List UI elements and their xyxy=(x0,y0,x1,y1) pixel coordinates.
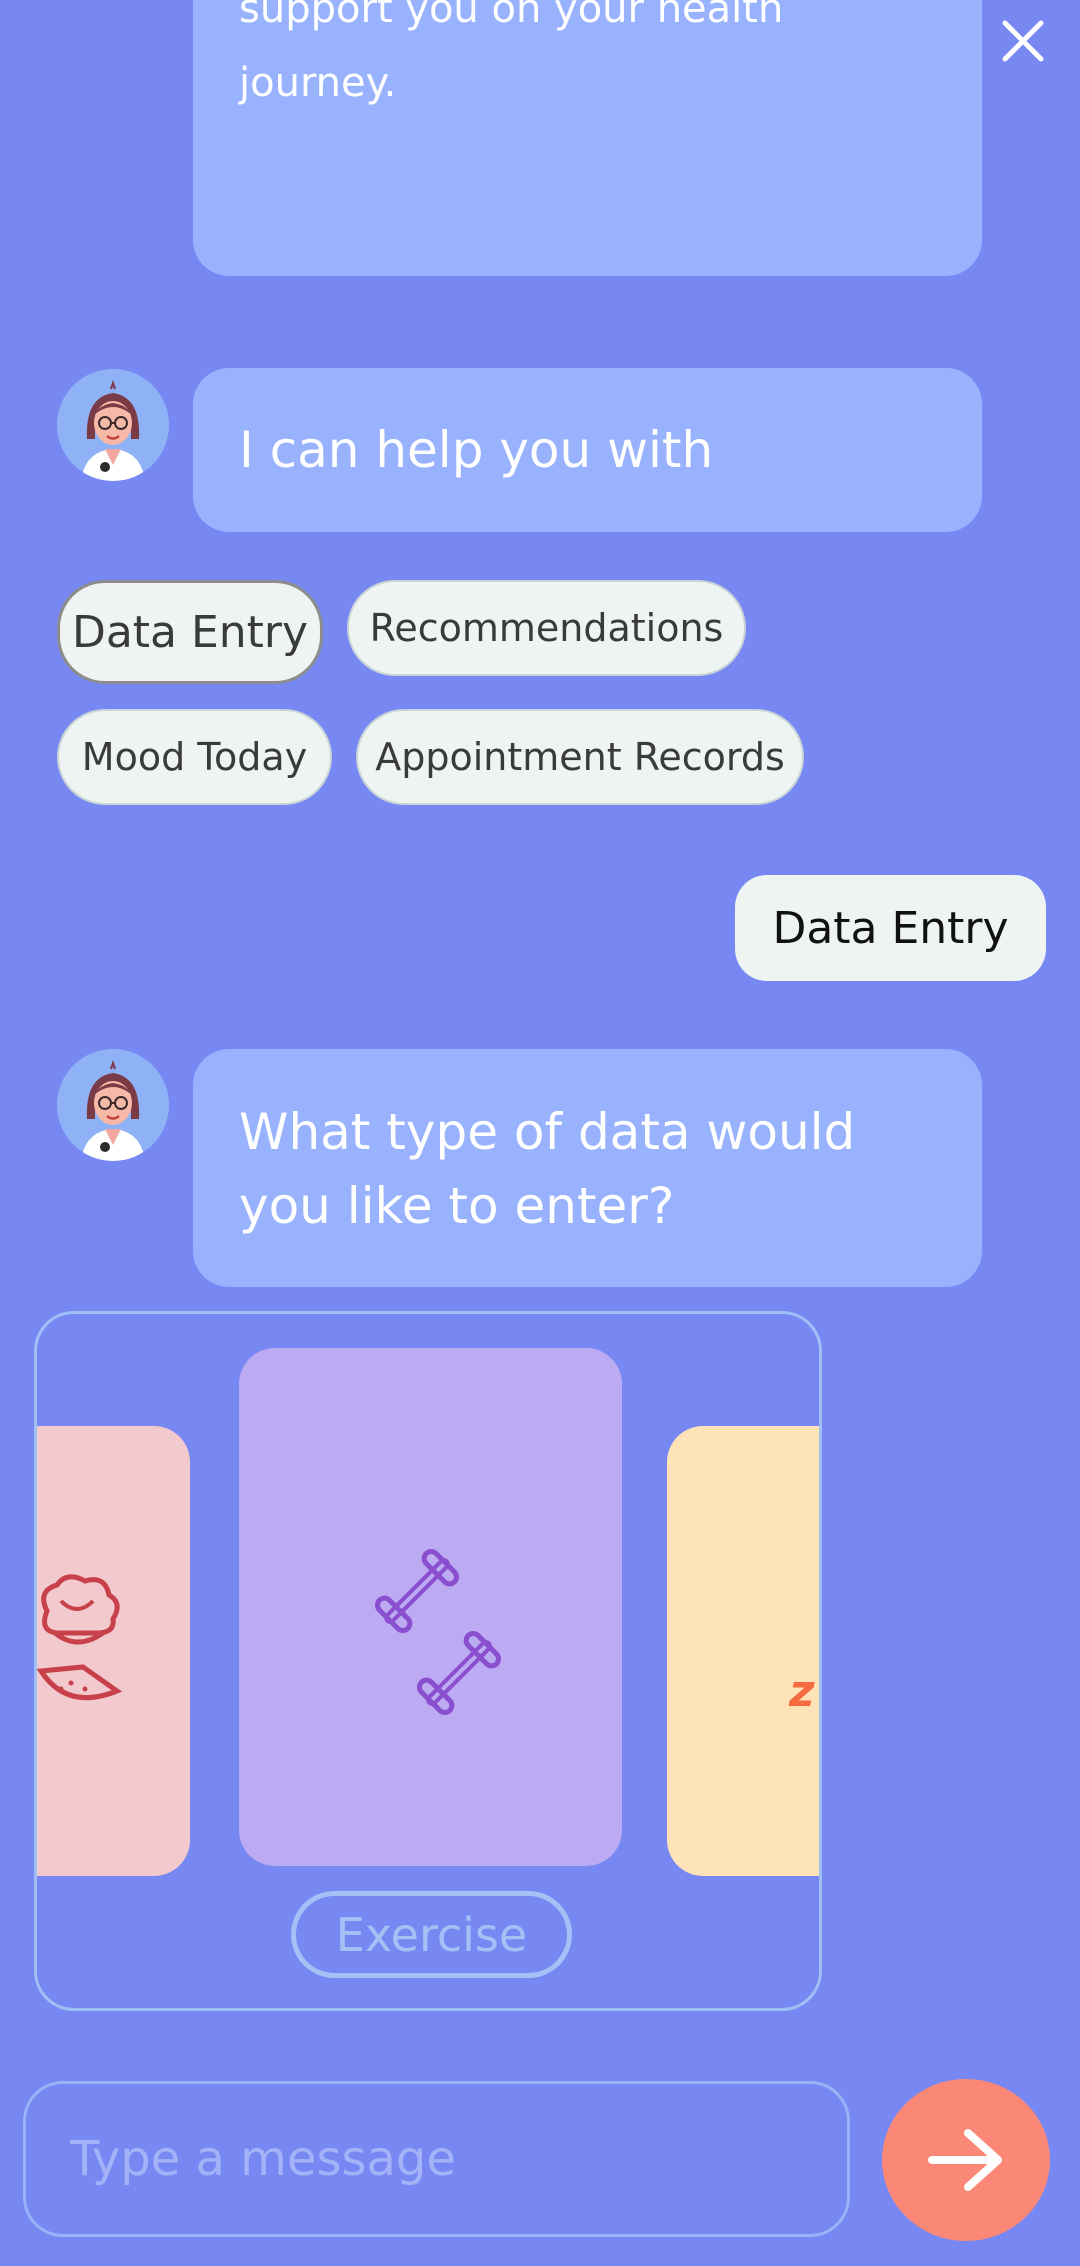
bot-message-help: I can help you with xyxy=(193,368,982,532)
message-input[interactable] xyxy=(70,2131,847,2187)
bot-message-help-text: I can help you with xyxy=(239,421,714,479)
food-icon xyxy=(37,1571,137,1725)
message-composer[interactable] xyxy=(23,2081,850,2237)
send-button[interactable] xyxy=(882,2079,1050,2241)
bot-message-intro: support you on your health journey. xyxy=(193,0,982,276)
arrow-right-icon xyxy=(928,2129,1002,2191)
carousel-selected-label-text: Exercise xyxy=(335,1907,528,1962)
close-button[interactable] xyxy=(990,8,1056,74)
assistant-avatar xyxy=(57,369,169,481)
bot-message-question: What type of data would you like to ente… xyxy=(193,1049,982,1287)
option-recommendations[interactable]: Recommendations xyxy=(347,580,746,676)
option-data-entry-label: Data Entry xyxy=(71,606,309,658)
bot-message-question-text: What type of data would you like to ente… xyxy=(239,1103,856,1235)
sleep-card[interactable]: z xyxy=(667,1426,819,1876)
exercise-card[interactable] xyxy=(239,1348,622,1866)
user-message: Data Entry xyxy=(735,875,1046,981)
data-type-carousel[interactable]: z Exercise xyxy=(34,1311,822,2011)
bot-message-intro-text: support you on your health journey. xyxy=(239,0,784,106)
option-mood-today-label: Mood Today xyxy=(81,735,308,779)
close-icon xyxy=(1002,20,1044,62)
option-appointment-records[interactable]: Appointment Records xyxy=(356,709,804,805)
option-data-entry[interactable]: Data Entry xyxy=(57,580,323,684)
option-mood-today[interactable]: Mood Today xyxy=(57,709,332,805)
chat-screen: support you on your health journey. I ca… xyxy=(0,0,1080,2266)
dumbbell-icon xyxy=(369,1543,509,1727)
carousel-selected-label[interactable]: Exercise xyxy=(291,1891,572,1978)
sleep-icon: z xyxy=(789,1666,815,1717)
user-message-text: Data Entry xyxy=(772,902,1009,954)
option-recommendations-label: Recommendations xyxy=(369,606,724,650)
assistant-avatar xyxy=(57,1049,169,1161)
food-card[interactable] xyxy=(37,1426,190,1876)
option-appointment-records-label: Appointment Records xyxy=(375,735,785,779)
